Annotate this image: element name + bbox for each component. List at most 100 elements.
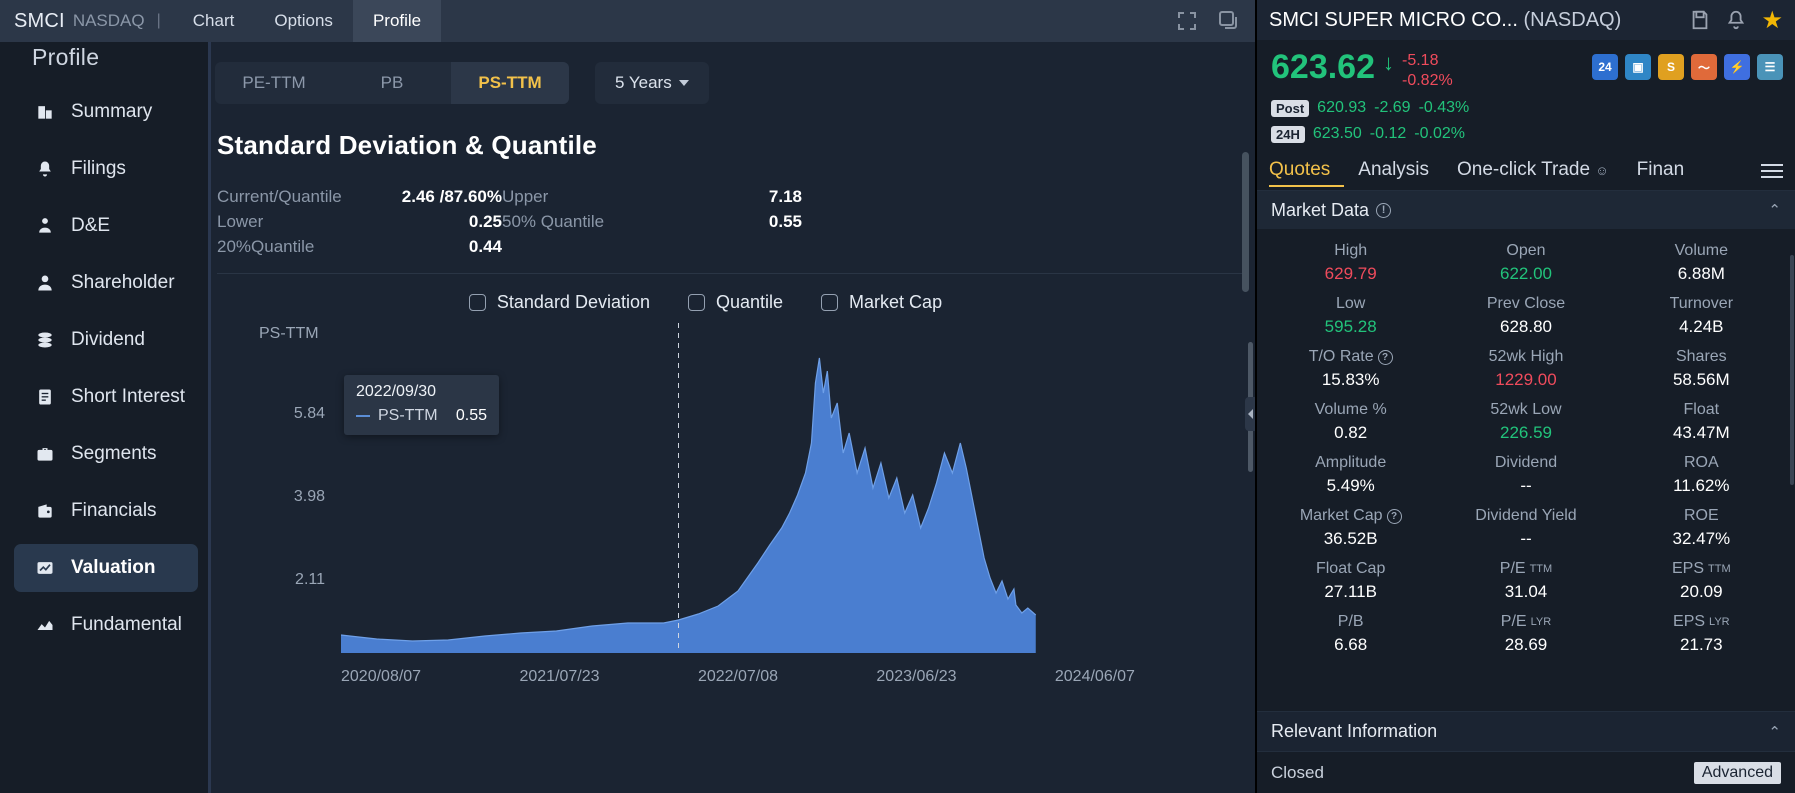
chart-series-checkboxes: Standard Deviation Quantile Market Cap [211, 274, 1200, 317]
sidebar-item-fundamental[interactable]: Fundamental [14, 601, 198, 649]
post-price: 620.93 [1317, 99, 1367, 116]
md-label: Low [1335, 295, 1366, 312]
menu-icon[interactable] [1761, 163, 1783, 178]
expand-icon[interactable] [1175, 9, 1199, 33]
advanced-button[interactable]: Advanced [1693, 761, 1781, 784]
md-value: 28.69 [1504, 635, 1548, 654]
relevant-information-header[interactable]: Relevant Information ⌃ [1257, 711, 1795, 751]
sidebar-item-label: Filings [71, 158, 126, 179]
relevant-information-title: Relevant Information [1271, 721, 1438, 741]
windows-icon[interactable] [1217, 9, 1241, 33]
market-data-title: Market Data [1271, 199, 1370, 220]
stat-label: 20%Quantile [217, 237, 315, 256]
market-data-grid: High Open Volume 629.79 622.00 6.88M Low… [1257, 229, 1795, 669]
tab-financials[interactable]: Finan [1637, 155, 1699, 187]
right-panel-scrollbar[interactable] [1790, 255, 1794, 485]
sidebar-item-summary[interactable]: Summary [14, 88, 198, 136]
nav-tab-chart[interactable]: Chart [173, 0, 255, 42]
sidebar-item-filings[interactable]: Filings [14, 145, 198, 193]
md-value: 11.62% [1673, 476, 1730, 495]
checkbox-box[interactable] [821, 294, 839, 311]
y-axis-ticks: 5.84 3.98 2.11 [245, 323, 325, 643]
md-label-sup: TTM [1708, 563, 1731, 575]
h24-change: -0.12 [1369, 125, 1407, 142]
chevron-down-icon [678, 80, 689, 86]
tab-analysis[interactable]: Analysis [1358, 155, 1443, 187]
area-chart-icon [34, 614, 56, 636]
md-label: Dividend [1494, 454, 1558, 471]
md-label-text: Market Cap [1299, 507, 1383, 524]
badge-list-icon[interactable]: ☰ [1757, 54, 1783, 80]
tab-one-click-trade[interactable]: One-click Trade ☺ [1457, 155, 1623, 187]
md-value: 15.83% [1321, 370, 1380, 389]
sidebar-item-valuation[interactable]: Valuation [14, 544, 198, 592]
chevron-up-icon[interactable]: ⌃ [1768, 723, 1781, 741]
right-panel-title: SMCI SUPER MICRO CO... (NASDAQ) [1269, 9, 1621, 32]
sidebar-item-de[interactable]: D&E [14, 202, 198, 250]
sidebar-item-segments[interactable]: Segments [14, 430, 198, 478]
checkbox-label: Market Cap [849, 292, 943, 312]
badge-trend-icon[interactable]: 〜 [1691, 54, 1717, 80]
sidebar-item-short-interest[interactable]: Short Interest [14, 373, 198, 421]
chevron-up-icon[interactable]: ⌃ [1768, 201, 1781, 219]
md-label-text: P/E [1499, 560, 1526, 577]
valuation-chart[interactable]: PS-TTM 5.84 3.98 2.11 2020/08/07 2021/07… [211, 323, 1255, 703]
sidebar-item-dividend[interactable]: Dividend [14, 316, 198, 364]
checkbox-quantile[interactable]: Quantile [688, 292, 783, 313]
md-value: 622.00 [1499, 264, 1552, 283]
sidebar-item-financials[interactable]: Financials [14, 487, 198, 535]
metric-tab-pb[interactable]: PB [333, 62, 451, 104]
period-dropdown[interactable]: 5 Years [595, 62, 709, 104]
market-data-header[interactable]: Market Data ! ⌃ [1257, 191, 1795, 229]
metric-tab-pe-ttm[interactable]: PE-TTM [215, 62, 333, 104]
nav-tab-profile[interactable]: Profile [352, 0, 442, 42]
nav-tab-options[interactable]: Options [254, 0, 353, 42]
checkbox-box[interactable] [468, 294, 486, 311]
md-label: Open [1506, 242, 1546, 259]
price-direction-arrow: ↓ [1383, 50, 1394, 75]
bell-icon[interactable] [1725, 9, 1747, 31]
sidebar-item-label: Short Interest [71, 386, 186, 407]
x-axis-ticks: 2020/08/07 2021/07/23 2022/07/08 2023/06… [341, 668, 1135, 686]
md-label-sup: LYR [1709, 616, 1730, 628]
sidebar-item-shareholder[interactable]: Shareholder [14, 259, 198, 307]
chart-plot-area[interactable] [341, 323, 1135, 653]
sidebar-item-label: D&E [71, 215, 111, 236]
chart-icon [34, 557, 56, 579]
md-label: EPS TTM [1614, 557, 1789, 581]
panel-collapse-handle[interactable] [1245, 397, 1255, 431]
content-scrollbar[interactable] [1242, 152, 1249, 292]
checkbox-market-cap[interactable]: Market Cap [821, 292, 942, 313]
badge-24h-icon[interactable]: 24 [1592, 54, 1618, 80]
x-tick: 2020/08/07 [341, 668, 422, 685]
md-value: 1229.00 [1495, 370, 1557, 389]
md-value: -- [1520, 476, 1532, 495]
status-bar: Closed Advanced [1257, 751, 1795, 793]
sidebar-item-label: Shareholder [71, 272, 175, 293]
checkbox-standard-deviation[interactable]: Standard Deviation [468, 292, 650, 313]
badge-short-icon[interactable]: S [1658, 54, 1684, 80]
stat-label: Upper [502, 187, 549, 206]
info-icon[interactable]: ! [1376, 202, 1392, 218]
tab-quotes[interactable]: Quotes [1269, 155, 1345, 187]
save-icon[interactable] [1689, 9, 1711, 31]
checkbox-box[interactable] [688, 294, 705, 311]
md-label: Turnover [1669, 295, 1734, 312]
star-icon[interactable]: ★ [1761, 6, 1783, 35]
md-label: Shares [1675, 348, 1727, 365]
badge-flash-icon[interactable]: ⚡ [1724, 54, 1750, 80]
md-label: Prev Close [1486, 295, 1566, 312]
crosshair-line [678, 323, 680, 653]
md-value: 6.88M [1677, 264, 1725, 283]
help-icon[interactable]: ? [1386, 508, 1402, 524]
sidebar-item-label: Summary [71, 101, 153, 122]
help-icon[interactable]: ? [1377, 349, 1393, 365]
badge-depth-icon[interactable]: ▣ [1625, 54, 1651, 80]
md-value: 629.79 [1324, 264, 1377, 283]
stat-value: 0.44 [468, 237, 502, 256]
sidebar-title: Profile [32, 44, 100, 70]
md-label-text: EPS [1673, 613, 1706, 630]
briefcase-icon [34, 443, 56, 465]
metric-tab-ps-ttm[interactable]: PS-TTM [451, 62, 569, 104]
right-panel-header: SMCI SUPER MICRO CO... (NASDAQ) ★ [1257, 0, 1795, 40]
